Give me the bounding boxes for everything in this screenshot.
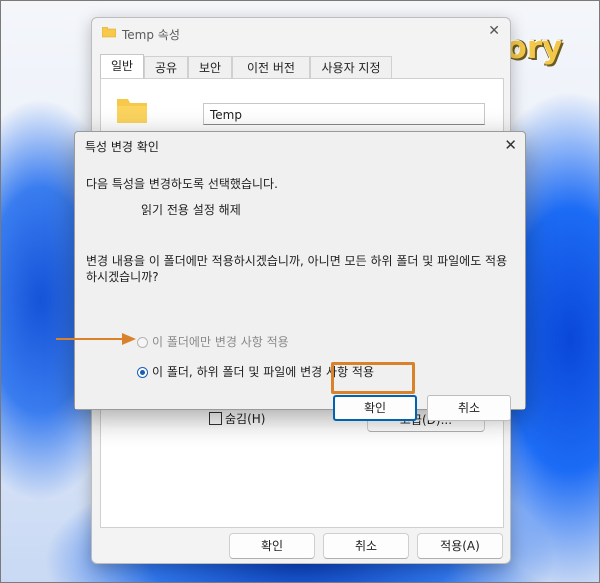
confirm-attribute-dialog: 특성 변경 확인 ✕ 다음 특성을 변경하도록 선택했습니다. 읽기 전용 설정… xyxy=(74,131,526,421)
radio-folder-only[interactable]: 이 폴더에만 변경 사항 적용 xyxy=(137,333,289,350)
dialog-ok-button[interactable]: 확인 xyxy=(333,395,417,421)
dialog-cancel-button[interactable]: 취소 xyxy=(427,395,511,421)
radio-folder-only-label: 이 폴더에만 변경 사항 적용 xyxy=(152,335,289,349)
tab-customize[interactable]: 사용자 지정 xyxy=(310,56,392,79)
tab-sharing[interactable]: 공유 xyxy=(144,56,188,79)
attribute-change-text: 읽기 전용 설정 해제 xyxy=(141,203,241,217)
window-title: Temp 속성 xyxy=(122,28,180,42)
hidden-checkbox-label: 숨김(H) xyxy=(225,412,266,426)
tab-security[interactable]: 보안 xyxy=(188,56,232,79)
folder-icon xyxy=(102,27,116,38)
ok-button[interactable]: 확인 xyxy=(229,533,315,559)
hidden-checkbox[interactable]: 숨김(H) xyxy=(209,410,265,427)
apply-button[interactable]: 적용(A) xyxy=(417,533,503,559)
tab-previous-versions[interactable]: 이전 버전 xyxy=(232,56,310,79)
apply-scope-question: 변경 내용을 이 폴더에만 적용하시겠습니까, 아니면 모든 하위 폴더 및 파… xyxy=(86,254,508,284)
dialog-title: 특성 변경 확인 xyxy=(85,140,159,154)
close-icon[interactable]: ✕ xyxy=(504,136,517,154)
dialog-message: 다음 특성을 변경하도록 선택했습니다. xyxy=(86,177,278,191)
cancel-button[interactable]: 취소 xyxy=(323,533,409,559)
checkbox-box[interactable] xyxy=(209,412,222,425)
close-icon[interactable]: ✕ xyxy=(488,23,500,39)
radio-all-subfolders[interactable]: 이 폴더, 하위 폴더 및 파일에 변경 사항 적용 xyxy=(137,363,374,380)
radio-dot[interactable] xyxy=(137,337,148,348)
radio-all-subfolders-label: 이 폴더, 하위 폴더 및 파일에 변경 사항 적용 xyxy=(152,365,375,379)
title-bar: Temp 속성 ✕ xyxy=(92,18,510,48)
folder-name-field[interactable]: Temp xyxy=(203,103,485,125)
arrow-annotation-icon xyxy=(56,333,136,345)
tab-general[interactable]: 일반 xyxy=(100,54,144,80)
folder-icon xyxy=(117,99,147,123)
radio-dot-selected[interactable] xyxy=(137,367,148,378)
dialog-body: 다음 특성을 변경하도록 선택했습니다. 읽기 전용 설정 해제 변경 내용을 … xyxy=(75,162,525,421)
